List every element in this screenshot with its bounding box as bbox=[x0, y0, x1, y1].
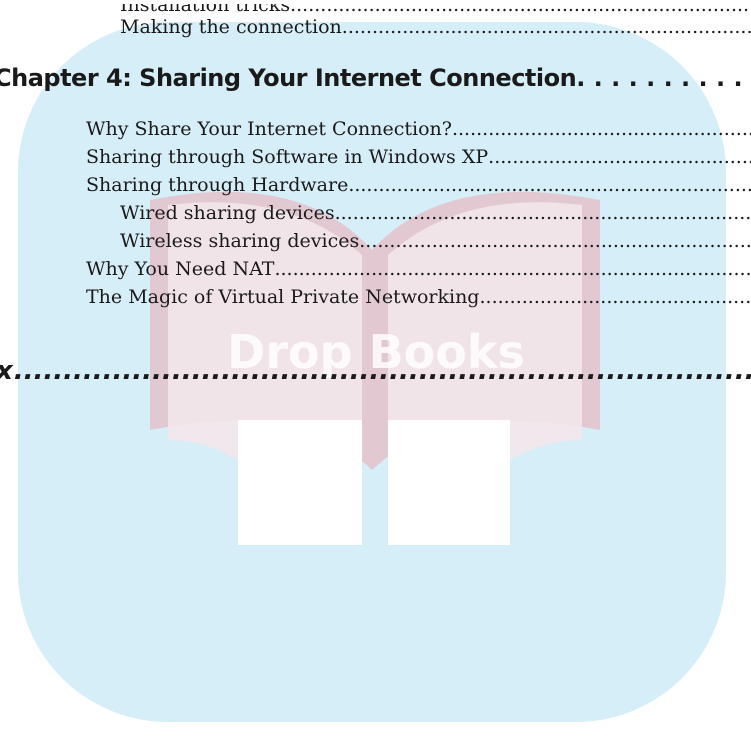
dot-leader bbox=[576, 64, 751, 92]
index-title: x bbox=[0, 356, 14, 386]
toc-entry-label: Why You Need NAT bbox=[86, 258, 275, 280]
toc-entry-wireless[interactable]: Wireless sharing devices bbox=[0, 230, 751, 254]
toc-entry-label: Making the connection bbox=[120, 16, 342, 38]
toc-index[interactable]: x bbox=[0, 356, 751, 390]
dot-leader bbox=[452, 118, 751, 140]
toc-entry-making-connection[interactable]: Making the connection bbox=[0, 16, 751, 40]
toc-entry-label: Installation tricks bbox=[120, 0, 291, 16]
dot-leader bbox=[488, 146, 751, 168]
toc-chapter-4[interactable]: Chapter 4: Sharing Your Internet Connect… bbox=[0, 64, 751, 96]
toc-entry-label: Wired sharing devices bbox=[120, 202, 335, 224]
toc-entry-wired[interactable]: Wired sharing devices bbox=[0, 202, 751, 226]
toc-entry-sharing-hardware[interactable]: Sharing through Hardware bbox=[0, 174, 751, 198]
dot-leader bbox=[290, 4, 751, 16]
toc-page: Installation tricks Making the connectio… bbox=[0, 0, 751, 756]
toc-entry-label: Sharing through Software in Windows XP bbox=[86, 146, 489, 168]
dot-leader bbox=[335, 202, 751, 224]
chapter-title: Chapter 4: Sharing Your Internet Connect… bbox=[0, 64, 577, 92]
toc-entry-vpn[interactable]: The Magic of Virtual Private Networking bbox=[0, 286, 751, 310]
toc-entry-label: Sharing through Hardware bbox=[86, 174, 349, 196]
dot-leader bbox=[342, 16, 751, 38]
dot-leader bbox=[359, 230, 751, 252]
toc-entry-label: Why Share Your Internet Connection? bbox=[86, 118, 452, 140]
toc-entry-label: Wireless sharing devices bbox=[120, 230, 360, 252]
toc-entry-why-nat[interactable]: Why You Need NAT bbox=[0, 258, 751, 282]
dot-leader bbox=[274, 258, 751, 280]
toc-entry-why-share[interactable]: Why Share Your Internet Connection? bbox=[0, 118, 751, 142]
toc-entry-label: The Magic of Virtual Private Networking bbox=[86, 286, 480, 308]
dot-leader bbox=[348, 174, 751, 196]
toc-entry-sharing-software[interactable]: Sharing through Software in Windows XP bbox=[0, 146, 751, 170]
dot-leader bbox=[479, 286, 751, 308]
dot-leader bbox=[14, 356, 751, 386]
